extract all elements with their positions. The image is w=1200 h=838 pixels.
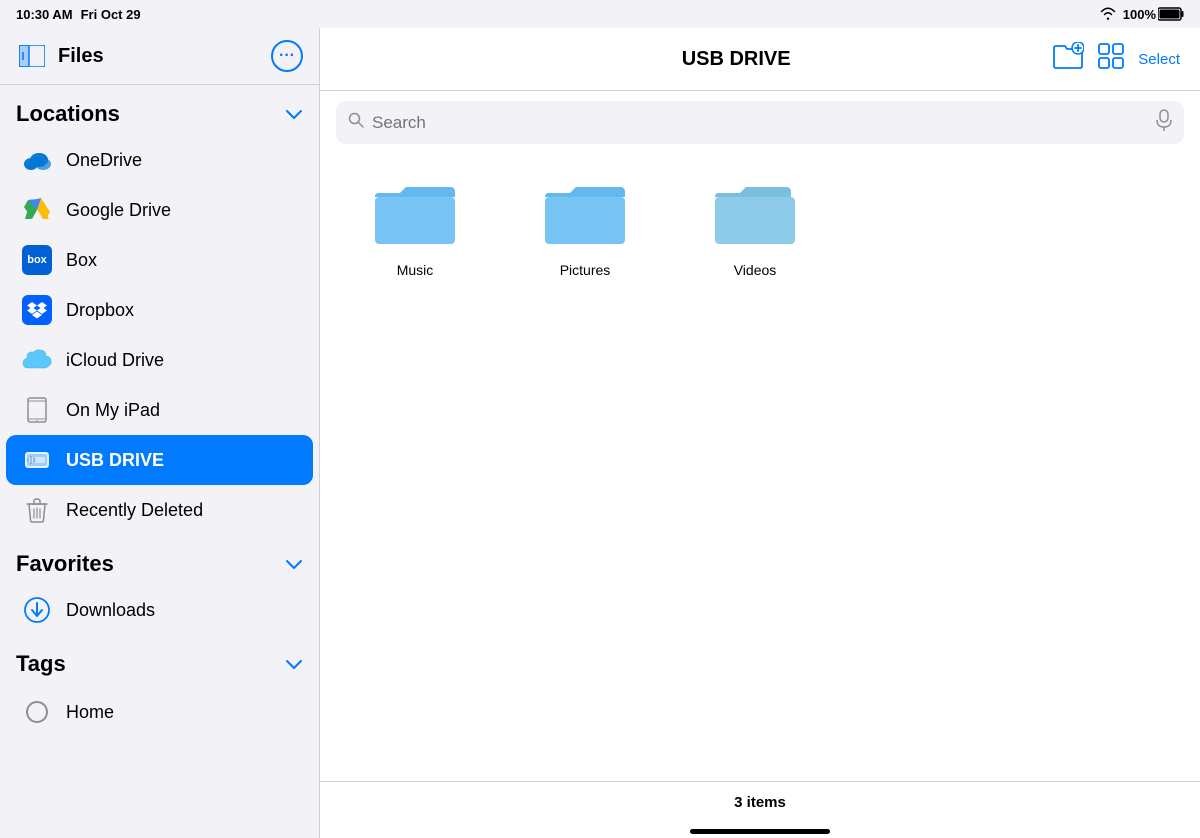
sidebar-header: Files ···	[0, 28, 319, 85]
home-indicator	[320, 823, 1200, 838]
tags-chevron[interactable]	[285, 654, 303, 675]
status-bar: 10:30 AM Fri Oct 29 100%	[0, 0, 1200, 28]
sidebar-title-area: Files	[16, 40, 104, 72]
home-bar	[690, 829, 830, 834]
more-button[interactable]: ···	[271, 40, 303, 72]
folder-item-pictures[interactable]: Pictures	[530, 174, 640, 278]
dropbox-icon	[22, 295, 52, 325]
tags-title: Tags	[16, 651, 66, 677]
item-count: 3 items	[734, 794, 786, 811]
folder-grid: Music Pictures	[320, 154, 1200, 781]
sidebar-item-deleted[interactable]: Recently Deleted	[6, 485, 313, 535]
sidebar-item-googledrive[interactable]: Google Drive	[6, 185, 313, 235]
sidebar-item-label: Downloads	[66, 600, 155, 621]
date: Fri Oct 29	[81, 7, 141, 22]
main-title: USB DRIVE	[420, 48, 1052, 71]
sidebar: Files ··· Locations	[0, 28, 320, 838]
sidebar-toggle-icon[interactable]	[16, 40, 48, 72]
sidebar-item-onedrive[interactable]: OneDrive	[6, 135, 313, 185]
box-icon: box	[22, 245, 52, 275]
usb-drive-icon	[22, 445, 52, 475]
locations-section-header: Locations	[0, 85, 319, 135]
trash-icon	[22, 495, 52, 525]
select-button[interactable]: Select	[1138, 51, 1180, 68]
favorites-chevron[interactable]	[285, 554, 303, 575]
locations-title: Locations	[16, 101, 120, 127]
search-input[interactable]	[372, 113, 1148, 133]
gdrive-icon	[22, 195, 52, 225]
folder-icon-pictures	[535, 174, 635, 254]
wifi-icon	[1099, 6, 1117, 23]
downloads-icon	[22, 595, 52, 625]
main-footer: 3 items	[320, 781, 1200, 823]
sidebar-item-label: Recently Deleted	[66, 500, 203, 521]
tags-section-header: Tags	[0, 635, 319, 687]
search-container	[320, 91, 1200, 154]
sidebar-item-tag-home[interactable]: Home	[6, 687, 313, 737]
icloud-icon	[22, 345, 52, 375]
sidebar-item-label: Google Drive	[66, 200, 171, 221]
folder-item-videos[interactable]: Videos	[700, 174, 810, 278]
header-right: Select	[1052, 42, 1180, 76]
sidebar-item-label: OneDrive	[66, 150, 142, 171]
favorites-section-header: Favorites	[0, 535, 319, 585]
home-tag-icon	[22, 697, 52, 727]
sidebar-item-label: On My iPad	[66, 400, 160, 421]
search-bar	[336, 101, 1184, 144]
app-container: Files ··· Locations	[0, 28, 1200, 838]
folder-label-videos: Videos	[734, 262, 777, 278]
sidebar-item-downloads[interactable]: Downloads	[6, 585, 313, 635]
sidebar-item-label: Box	[66, 250, 97, 271]
folder-icon-music	[365, 174, 465, 254]
mic-icon[interactable]	[1156, 109, 1172, 136]
onedrive-icon	[22, 145, 52, 175]
sidebar-item-label: iCloud Drive	[66, 350, 164, 371]
main-content: USB DRIVE	[320, 28, 1200, 838]
sidebar-item-dropbox[interactable]: Dropbox	[6, 285, 313, 335]
sidebar-title: Files	[58, 45, 104, 68]
main-header: USB DRIVE	[320, 28, 1200, 91]
sidebar-item-box[interactable]: box Box	[6, 235, 313, 285]
folder-item-music[interactable]: Music	[360, 174, 470, 278]
sidebar-item-ipad[interactable]: On My iPad	[6, 385, 313, 435]
folder-icon-videos	[705, 174, 805, 254]
time: 10:30 AM	[16, 7, 73, 22]
sidebar-item-icloud[interactable]: iCloud Drive	[6, 335, 313, 385]
favorites-title: Favorites	[16, 551, 114, 577]
battery-indicator: 100%	[1123, 7, 1184, 22]
search-icon	[348, 112, 364, 133]
sidebar-item-label: Dropbox	[66, 300, 134, 321]
folder-label-pictures: Pictures	[560, 262, 611, 278]
new-folder-icon[interactable]	[1052, 42, 1084, 76]
grid-view-icon[interactable]	[1098, 43, 1124, 75]
ipad-icon	[22, 395, 52, 425]
sidebar-item-label: Home	[66, 702, 114, 723]
locations-chevron[interactable]	[285, 104, 303, 125]
sidebar-item-label: USB DRIVE	[66, 450, 164, 471]
sidebar-item-usb[interactable]: USB DRIVE	[6, 435, 313, 485]
folder-label-music: Music	[397, 262, 434, 278]
